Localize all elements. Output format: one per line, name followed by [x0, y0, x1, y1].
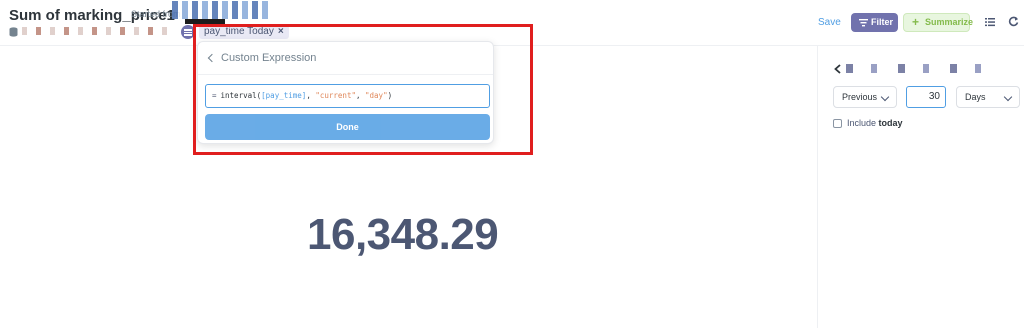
filter-button[interactable]: Filter [851, 13, 898, 32]
period-select-value: Previous [842, 92, 878, 102]
back-chevron-icon[interactable] [207, 53, 217, 63]
custom-expression-popover: Custom Expression = interval([pay_time], … [197, 41, 494, 144]
redacted-source-name [172, 1, 272, 19]
unit-select-value: Days [965, 92, 986, 102]
filter-button-label: Filter [871, 17, 894, 27]
expr-field: [pay_time] [261, 91, 307, 100]
filter-pill-label: pay_time Today [204, 26, 274, 37]
period-select[interactable]: Previous [833, 86, 897, 108]
unit-select[interactable]: Days [956, 86, 1020, 108]
save-button[interactable]: Save [818, 17, 841, 28]
filter-icon [859, 19, 868, 27]
expr-equals: = [212, 91, 217, 100]
scalar-value: 16,348.29 [307, 210, 499, 259]
redacted-table-name [22, 27, 172, 35]
filter-pill[interactable]: pay_time Today × [199, 25, 289, 39]
expr-function: interval( [220, 91, 262, 100]
expr-sep: , [355, 91, 366, 100]
summarize-button[interactable]: + Summarize [903, 13, 974, 32]
plus-icon: + [912, 15, 920, 29]
summarize-button-label: Summarize [925, 17, 974, 27]
expression-input[interactable]: = interval([pay_time], "current", "day") [205, 84, 490, 108]
include-today-checkbox[interactable] [833, 119, 842, 128]
interval-amount-input[interactable]: 30 [906, 86, 946, 108]
refresh-icon[interactable] [1008, 16, 1019, 27]
include-label-bold: today [878, 118, 903, 128]
include-label-text: Include [847, 118, 877, 128]
query-header: Sum of marking_price1 Started from pay_t… [0, 0, 1024, 46]
chevron-down-icon [880, 92, 890, 102]
chevron-down-icon [1003, 92, 1013, 102]
back-chevron-icon[interactable] [834, 64, 841, 74]
list-view-icon[interactable] [985, 17, 995, 27]
popover-header: Custom Expression [198, 42, 493, 75]
expr-string: "current" [315, 91, 356, 100]
expr-string: "day" [365, 91, 388, 100]
redacted-source-name [185, 19, 225, 24]
filter-pill-close-icon[interactable]: × [278, 26, 284, 37]
redacted-field-name [846, 64, 1001, 73]
popover-title: Custom Expression [221, 52, 317, 64]
include-today-label: Include today [847, 118, 903, 128]
expr-close: ) [387, 91, 393, 100]
filter-toggle-icon[interactable] [181, 25, 195, 39]
database-icon [9, 27, 18, 37]
expr-sep: , [306, 91, 316, 100]
done-button[interactable]: Done [205, 114, 490, 140]
